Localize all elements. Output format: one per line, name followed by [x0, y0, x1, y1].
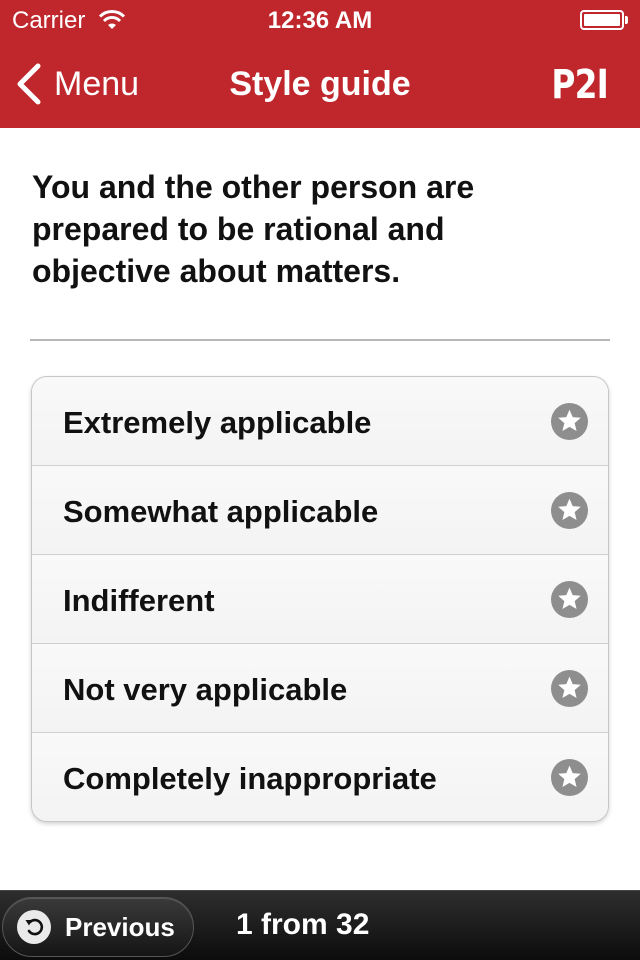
star-icon [551, 403, 588, 440]
status-time: 12:36 AM [267, 7, 373, 34]
answer-option[interactable]: Extremely applicable [32, 377, 608, 466]
answer-option-label: Somewhat applicable [63, 494, 379, 529]
star-icon [551, 670, 588, 707]
answer-option-label: Extremely applicable [63, 405, 372, 440]
star-icon [551, 492, 588, 529]
page-title: Style guide [229, 65, 411, 103]
answer-option-label: Completely inappropriate [63, 761, 437, 796]
star-icon [551, 759, 588, 796]
answer-option[interactable]: Indifferent [32, 555, 608, 644]
answer-option-label: Not very applicable [63, 672, 348, 707]
answer-option[interactable]: Not very applicable [32, 644, 608, 733]
navigation-bar: Menu Style guide P2I [0, 40, 640, 128]
status-bar: Carrier 12:36 AM [0, 0, 640, 40]
question-text: You and the other person are prepared to… [32, 169, 475, 289]
question-counter: 1 from 32 [236, 908, 370, 941]
answer-option-label: Indifferent [63, 583, 215, 618]
divider [30, 339, 610, 341]
answer-option[interactable]: Completely inappropriate [32, 733, 608, 821]
previous-button-label: Previous [65, 911, 175, 942]
brand-logo: P2I [551, 62, 608, 108]
answer-options-list: Extremely applicable Somewhat applicable… [31, 376, 609, 822]
answer-option[interactable]: Somewhat applicable [32, 466, 608, 555]
bottom-toolbar: Previous 1 from 32 [0, 890, 640, 960]
previous-button[interactable]: Previous [2, 897, 194, 957]
undo-arrow-icon [17, 910, 51, 944]
star-icon [551, 581, 588, 618]
battery-icon [580, 10, 628, 30]
